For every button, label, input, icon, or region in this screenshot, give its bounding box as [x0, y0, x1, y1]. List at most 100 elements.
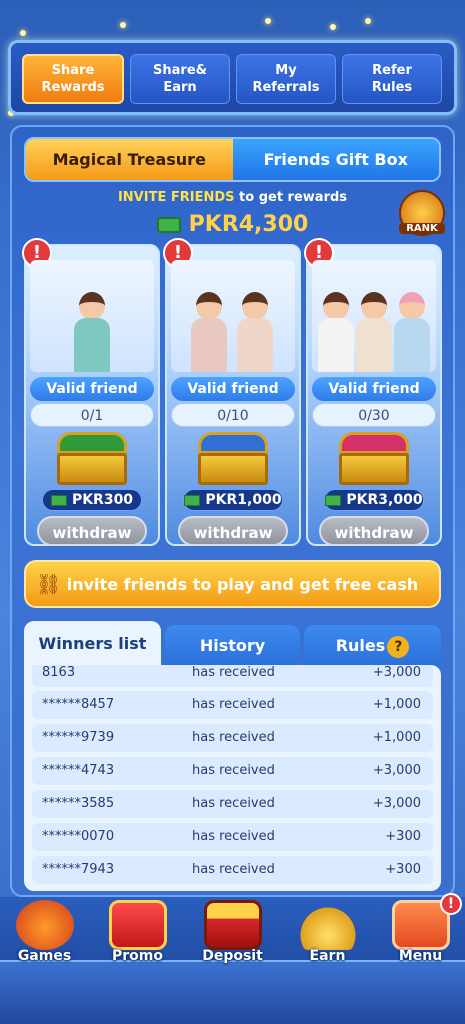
- winner-action: has received: [192, 763, 275, 778]
- winners-list[interactable]: 8163 has received +3,000 ******8457 has rec…: [24, 665, 441, 891]
- person-figure: [191, 292, 227, 372]
- withdraw-button[interactable]: withdraw: [178, 516, 288, 546]
- winner-user: ******0070: [42, 829, 115, 844]
- total-reward: PKR4,300: [0, 212, 465, 237]
- invite-highlight: INVITE FRIENDS: [117, 190, 235, 205]
- treasure-chest-icon: [203, 900, 262, 950]
- tab-rules[interactable]: Rules?: [304, 625, 441, 667]
- winner-amount: +3,000: [372, 665, 421, 680]
- friend-progress: 0/30: [312, 403, 436, 427]
- notification-badge: !: [440, 893, 462, 915]
- help-icon: ?: [387, 635, 410, 658]
- winner-user: 8163: [42, 665, 76, 680]
- tab-my-referrals[interactable]: My Referrals: [236, 54, 336, 104]
- games-icon: [15, 900, 74, 950]
- treasure-chest-icon: [57, 432, 127, 486]
- string-light: [120, 22, 126, 28]
- friend-progress: 0/1: [30, 403, 154, 427]
- tab-share-earn[interactable]: Share& Earn: [130, 54, 230, 104]
- gift-icon: [108, 900, 167, 950]
- winner-user: ******7943: [42, 862, 115, 877]
- tab-share-rewards[interactable]: Share Rewards: [22, 54, 124, 104]
- friend-illustration: [312, 260, 436, 372]
- cash-icon: [325, 494, 342, 506]
- winner-amount: +1,000: [372, 730, 421, 745]
- list-item: ******4743 has received +3,000: [32, 757, 433, 785]
- winners-tab-bar: Winners list History Rules?: [24, 621, 441, 667]
- nav-earn[interactable]: Earn: [285, 900, 370, 980]
- winner-action: has received: [192, 665, 275, 680]
- string-light: [20, 30, 26, 36]
- nav-menu-label: Menu: [398, 948, 443, 964]
- rank-label[interactable]: RANK: [399, 223, 445, 234]
- winner-user: ******9739: [42, 730, 115, 745]
- winner-action: has received: [192, 862, 275, 877]
- prize-value: PKR1,000: [205, 492, 282, 508]
- list-item: ******8457 has received +1,000: [32, 691, 433, 719]
- winner-user: ******3585: [42, 796, 115, 811]
- coins-icon: [298, 900, 357, 950]
- winner-action: has received: [192, 697, 275, 712]
- invite-button-label: invite friends to play and get free cash: [66, 574, 419, 594]
- winner-amount: +3,000: [372, 763, 421, 778]
- winner-action: has received: [192, 730, 275, 745]
- person-figure: [394, 292, 430, 372]
- list-item: ******7943 has received +300: [32, 856, 433, 884]
- nav-deposit-label: Deposit: [202, 948, 263, 964]
- prize-value: PKR300: [71, 492, 134, 508]
- nav-deposit[interactable]: Deposit: [190, 900, 275, 980]
- treasure-chest-icon: [339, 432, 409, 486]
- tab-winners-list[interactable]: Winners list: [24, 621, 161, 667]
- winner-user: ******4743: [42, 763, 115, 778]
- winner-action: has received: [192, 796, 275, 811]
- invite-headline: INVITE FRIENDS to get rewards: [0, 190, 465, 205]
- invite-friends-button[interactable]: invite friends to play and get free cash: [24, 560, 441, 608]
- prize-amount: PKR3,000: [324, 489, 424, 511]
- share-icon: ⛓: [36, 572, 62, 596]
- nav-earn-label: Earn: [309, 948, 346, 964]
- tab-friends-gift-box[interactable]: Friends Gift Box: [232, 139, 439, 180]
- valid-friend-label: Valid friend: [312, 377, 436, 401]
- withdraw-button[interactable]: withdraw: [319, 516, 429, 546]
- winner-user: ******8457: [42, 697, 115, 712]
- string-light: [365, 18, 371, 24]
- winner-amount: +300: [385, 862, 421, 877]
- prize-amount: PKR300: [42, 489, 142, 511]
- sub-tab-bar: Magical Treasure Friends Gift Box: [24, 137, 441, 182]
- prize-amount: PKR1,000: [183, 489, 283, 511]
- person-figure: [356, 292, 392, 372]
- winner-amount: +300: [385, 829, 421, 844]
- nav-promo-label: Promo: [112, 948, 163, 964]
- string-light: [265, 18, 271, 24]
- total-reward-amount: PKR4,300: [188, 212, 309, 237]
- nav-games-label: Games: [17, 948, 72, 964]
- person-figure: [318, 292, 354, 372]
- withdraw-button[interactable]: withdraw: [37, 516, 147, 546]
- friend-progress: 0/10: [171, 403, 295, 427]
- list-item: 8163 has received +3,000: [32, 665, 433, 687]
- tab-refer-rules[interactable]: Refer Rules: [342, 54, 442, 104]
- nav-games[interactable]: Games: [2, 900, 87, 980]
- friend-illustration: [171, 260, 295, 372]
- list-item: ******0070 has received +300: [32, 823, 433, 851]
- list-item: ******3585 has received +3,000: [32, 790, 433, 818]
- invite-rest: to get rewards: [234, 190, 348, 205]
- winner-amount: +3,000: [372, 796, 421, 811]
- top-tab-bar: Share Rewards Share& Earn My Referrals R…: [22, 54, 442, 104]
- string-light: [330, 24, 336, 30]
- person-figure: [237, 292, 273, 372]
- winner-action: has received: [192, 829, 275, 844]
- valid-friend-label: Valid friend: [30, 377, 154, 401]
- list-item: ******9739 has received +1,000: [32, 724, 433, 752]
- cash-icon: [156, 217, 181, 233]
- winner-amount: +1,000: [372, 697, 421, 712]
- tab-magical-treasure[interactable]: Magical Treasure: [26, 139, 233, 180]
- treasure-chest-icon: [198, 432, 268, 486]
- prize-value: PKR3,000: [346, 492, 423, 508]
- tab-history[interactable]: History: [165, 625, 300, 667]
- cash-icon: [184, 494, 201, 506]
- friend-illustration: [30, 260, 154, 372]
- nav-promo[interactable]: Promo: [95, 900, 180, 980]
- cash-icon: [50, 494, 67, 506]
- rules-label: Rules: [335, 636, 386, 655]
